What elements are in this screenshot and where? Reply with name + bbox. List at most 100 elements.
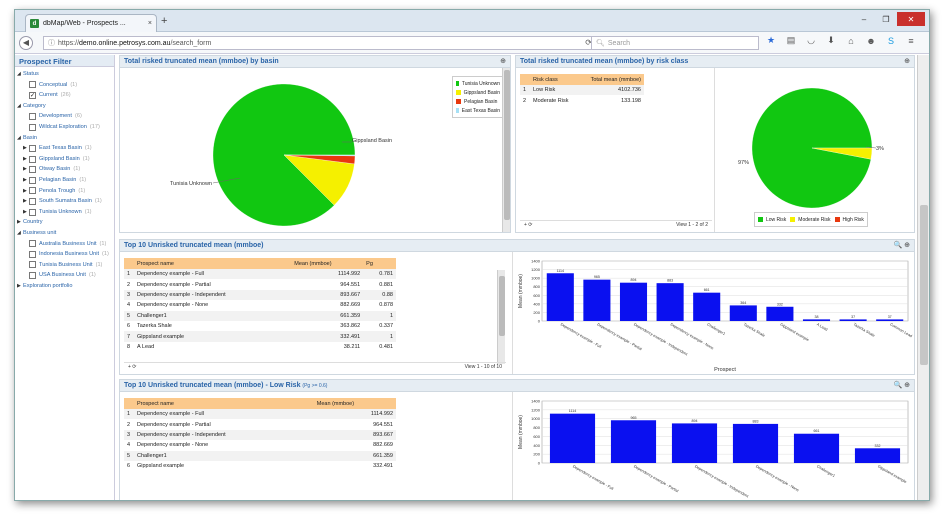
filter-item[interactable]: Australia Business Unit (1)	[17, 239, 112, 250]
filter-checkbox[interactable]	[29, 166, 36, 174]
table-cell: 1114.992	[291, 269, 364, 280]
filter-item[interactable]: ▶ Pelagian Basin (1)	[17, 175, 112, 186]
zoom-expand-icons[interactable]: 🔍 ⊕	[893, 241, 910, 249]
table-cell: 2	[127, 421, 131, 428]
table-row[interactable]: 7 Gippsland example 332.491 1	[124, 331, 396, 342]
bar-value-label: 37	[888, 315, 892, 319]
filter-item[interactable]: Development (6)	[17, 111, 112, 122]
table-cell: 2	[523, 97, 527, 104]
legend-swatch	[758, 217, 763, 222]
filter-item[interactable]: ▶ Exploration portfolio	[17, 281, 112, 292]
close-window-button[interactable]: ✕	[897, 12, 925, 26]
filter-checkbox[interactable]	[29, 187, 36, 195]
filter-item[interactable]: ▶ Country	[17, 217, 112, 228]
back-button[interactable]: ◀	[19, 35, 33, 50]
table-row[interactable]: 6 Tazerka Shale 363.862 0.337	[124, 321, 396, 331]
table-row[interactable]: 2 Dependency example - Partial 964.551 0.88…	[124, 279, 396, 289]
table-row[interactable]: 2 Dependency example - Partial 964.551	[124, 419, 396, 429]
filter-count: (1)	[78, 187, 86, 194]
table-cell: 5	[124, 450, 134, 461]
menu-icon[interactable]: ≡	[905, 36, 917, 46]
filter-item[interactable]: ▶ Gippsland Basin (1)	[17, 154, 112, 165]
page-scrollbar[interactable]	[917, 55, 929, 500]
zoom-expand-icons[interactable]: 🔍 ⊕	[893, 381, 910, 389]
filter-checkbox[interactable]	[29, 261, 36, 269]
filter-item[interactable]: ▶ Otway Basin (1)	[17, 164, 112, 175]
filter-item[interactable]: ✓ Current (26)	[17, 90, 112, 101]
star-icon[interactable]: ★	[765, 35, 777, 46]
filter-checkbox[interactable]	[29, 113, 36, 121]
table-row[interactable]: 1 Dependency example - Full 1114.992 0.781	[124, 269, 396, 280]
filter-checkbox[interactable]	[29, 208, 36, 216]
filter-label: Wildcat Exploration	[39, 123, 87, 130]
filter-checkbox[interactable]: ✓	[29, 91, 36, 99]
download-icon[interactable]: ⬇	[825, 35, 837, 46]
basin-panel-scrollbar[interactable]	[502, 68, 510, 232]
filter-item[interactable]: ◢ Business unit	[17, 228, 112, 239]
x-category-label: Challenger1	[816, 464, 836, 478]
search-input[interactable]: 🔍︎ Search	[591, 36, 759, 50]
table-row[interactable]: 6 Gippsland example 332.491	[124, 461, 396, 471]
smile-icon[interactable]: ☻	[865, 36, 877, 46]
table-row[interactable]: 4 Dependency example - None 882.669	[124, 440, 396, 450]
legend-swatch	[456, 99, 461, 104]
browser-tab[interactable]: d dbMap/Web - Prospects ... ×	[25, 14, 157, 32]
tab-close-button[interactable]: ×	[148, 20, 152, 27]
top10-low-risk-panel: Top 10 Unrisked truncated mean (mmboe) -…	[119, 379, 915, 500]
filter-item[interactable]: ◢ Category	[17, 101, 112, 112]
filter-item[interactable]: Indonesia Business Unit (1)	[17, 249, 112, 260]
skype-icon[interactable]: S	[885, 36, 897, 46]
bar	[546, 273, 574, 321]
minimize-button[interactable]: –	[853, 12, 875, 26]
home-icon[interactable]: ⌂	[845, 36, 857, 46]
bar-value-label: 38	[815, 315, 819, 319]
table-row[interactable]: 2 Moderate Risk 133.198	[520, 95, 644, 105]
filter-checkbox[interactable]	[29, 240, 36, 248]
clipboard-icon[interactable]: ▤	[785, 35, 797, 46]
filter-item[interactable]: Tunisia Business Unit (1)	[17, 260, 112, 271]
x-category-label: Common Lead	[889, 322, 913, 338]
filter-checkbox[interactable]	[29, 144, 36, 152]
filter-checkbox[interactable]	[29, 81, 36, 89]
table-row[interactable]: 5 Challenger1 661.359	[124, 450, 396, 461]
filter-item[interactable]: ▶ Penola Trough (1)	[17, 186, 112, 197]
table-row[interactable]: 3 Dependency example - Independent 893.667…	[124, 289, 396, 301]
table-row[interactable]: 1 Dependency example - Full 1114.992	[124, 409, 396, 420]
filter-item[interactable]: ▶ East Texas Basin (1)	[17, 143, 112, 154]
filter-item[interactable]: USA Business Unit (1)	[17, 270, 112, 281]
filter-item[interactable]: ▶ Tunisia Unknown (1)	[17, 207, 112, 218]
filter-item[interactable]: ◢ Basin	[17, 133, 112, 144]
bar	[610, 420, 657, 463]
dashboard: Total risked truncated mean (mmboe) by b…	[119, 55, 917, 500]
filter-item[interactable]: Wildcat Exploration (17)	[17, 122, 112, 133]
table-cell: 8	[127, 343, 131, 350]
filter-checkbox[interactable]	[29, 197, 36, 205]
table-row[interactable]: 3 Dependency example - Independent 893.667	[124, 429, 396, 441]
expand-icon[interactable]: ⊕	[500, 57, 506, 65]
table-row[interactable]: 4 Dependency example - None 882.669 0.878	[124, 300, 396, 310]
top10-panel-header: Top 10 Unrisked truncated mean (mmboe) 🔍 …	[120, 240, 914, 252]
table-row[interactable]: 1 Low Risk 4102.736	[520, 85, 644, 96]
add-refresh-icons[interactable]: + ⟳	[524, 222, 533, 229]
filter-checkbox[interactable]	[29, 176, 36, 184]
filter-item[interactable]: Conceptual (1)	[17, 80, 112, 91]
filter-checkbox[interactable]	[29, 123, 36, 131]
table-row[interactable]: 8 A Lead 38.211 0.481	[124, 342, 396, 352]
top10-table-scrollbar[interactable]	[497, 270, 505, 364]
pocket-icon[interactable]: ◡	[805, 35, 817, 46]
add-refresh-icons[interactable]: + ⟳	[128, 364, 137, 371]
filter-item[interactable]: ◢ Status	[17, 69, 112, 80]
bar	[793, 433, 840, 463]
table-row[interactable]: 5 Challenger1 661.359 1	[124, 310, 396, 321]
filter-item[interactable]: ▶ South Sumatra Basin (1)	[17, 196, 112, 207]
restore-button[interactable]: ❐	[875, 12, 897, 26]
bar-value-label: 364	[740, 301, 746, 305]
new-tab-button[interactable]: +	[161, 16, 167, 27]
expand-icon[interactable]: ⊕	[904, 57, 910, 65]
filter-checkbox[interactable]	[29, 272, 36, 280]
filter-checkbox[interactable]	[29, 250, 36, 258]
filter-label: South Sumatra Basin	[39, 198, 92, 205]
table-cell: 4	[127, 442, 131, 449]
address-bar[interactable]: ⓘ https://demo.online.petrosys.com.au/se…	[43, 36, 597, 50]
filter-checkbox[interactable]	[29, 155, 36, 163]
